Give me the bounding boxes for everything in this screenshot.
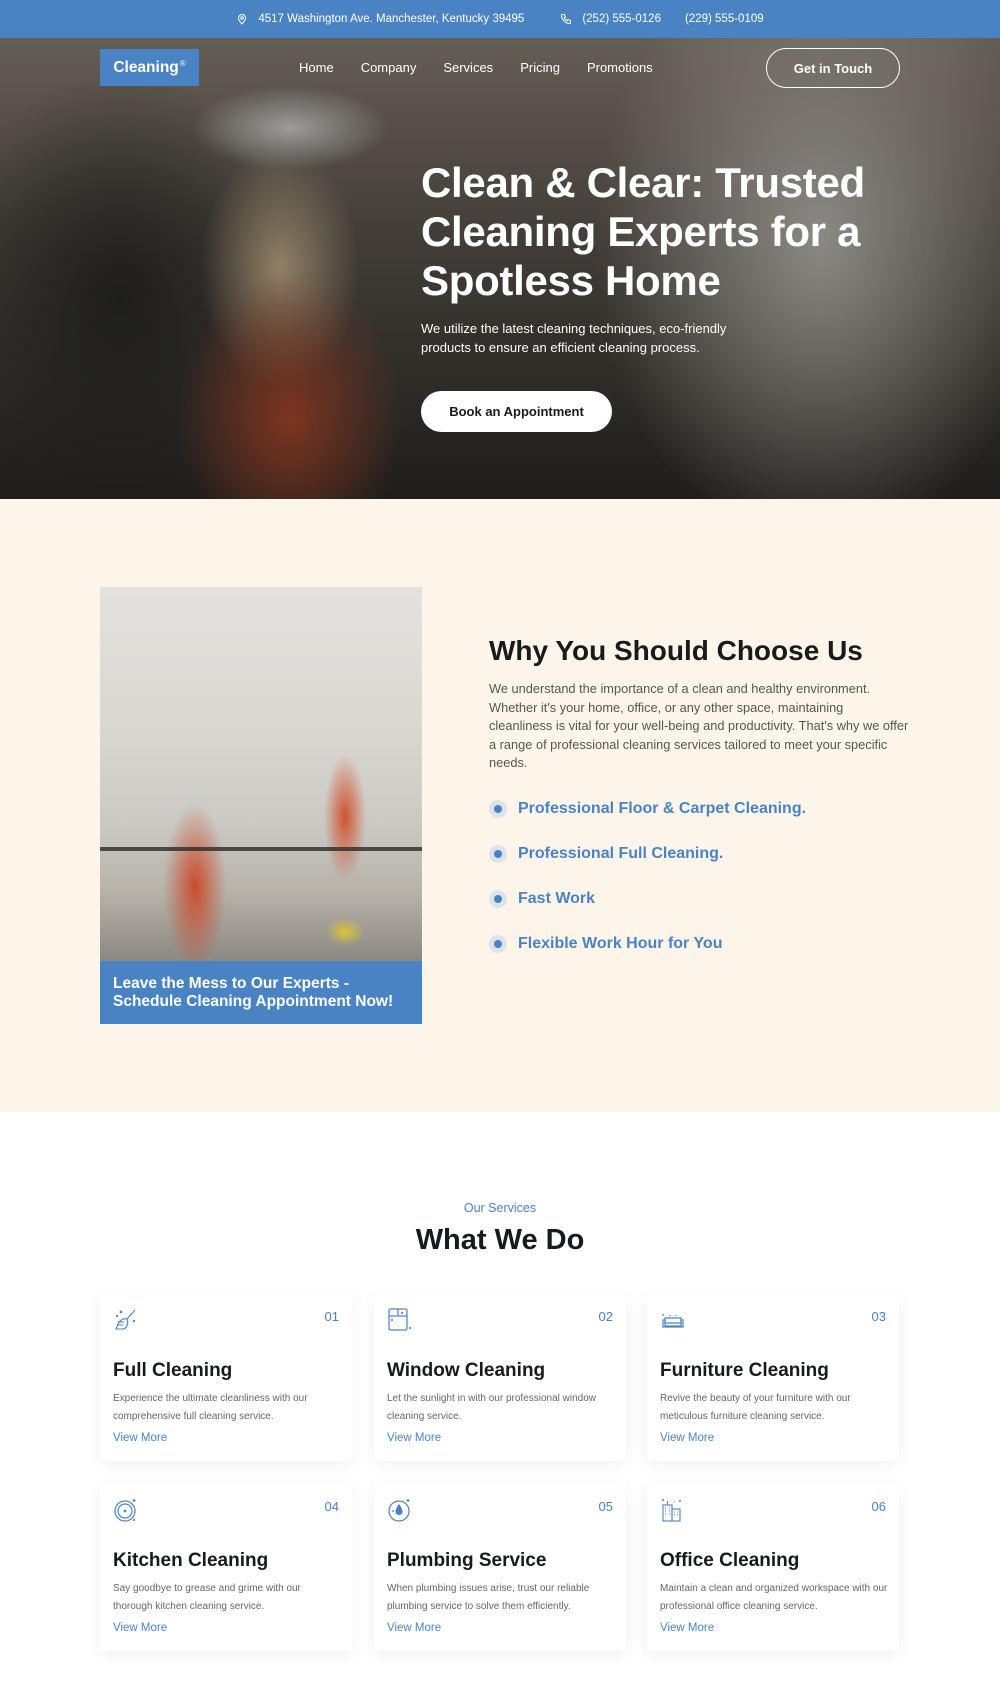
feature-item: Professional Floor & Carpet Cleaning. [489, 787, 909, 832]
feature-list: Professional Floor & Carpet Cleaning. Pr… [489, 787, 909, 967]
nav-item-pricing[interactable]: Pricing [520, 60, 560, 75]
logo-text: Cleaning [113, 58, 179, 76]
nav-item-promotions[interactable]: Promotions [587, 60, 653, 75]
service-number: 03 [871, 1309, 886, 1324]
phone-link-1[interactable]: (252) 555-0126 [582, 13, 661, 25]
service-description: Experience the ultimate cleanliness with… [113, 1393, 308, 1422]
service-card[interactable]: 03 Furniture Cleaning Revive the beauty … [647, 1294, 899, 1461]
services-title: What We Do [415, 1224, 585, 1256]
service-card[interactable]: 01 Full Cleaning Experience the ultimate… [100, 1294, 352, 1461]
map-pin-icon [238, 14, 247, 25]
nav-item-company[interactable]: Company [361, 60, 417, 75]
feature-item: Flexible Work Hour for You [489, 922, 909, 967]
address-text: 4517 Washington Ave. Manchester, Kentuck… [258, 13, 525, 25]
water-drop-icon [388, 1499, 410, 1522]
main-navigation: Cleaning ® Home Company Services Pricing … [0, 38, 1000, 98]
why-choose-us-section: Leave the Mess to Our Experts - Schedule… [0, 499, 1000, 1112]
phone-info: (252) 555-0126 (229) 555-0109 [560, 13, 764, 25]
view-more-link[interactable]: View More [113, 1622, 167, 1634]
service-title: Kitchen Cleaning [113, 1550, 269, 1571]
service-number: 04 [324, 1499, 339, 1514]
services-section: Our Services What We Do 01 Full Cleaning… [0, 1112, 1000, 1700]
service-title: Full Cleaning [113, 1360, 233, 1381]
bullet-dot-icon [489, 800, 507, 818]
registered-mark: ® [179, 59, 186, 68]
hero-subtitle: We utilize the latest cleaning technique… [421, 321, 727, 355]
book-appointment-button[interactable]: Book an Appointment [421, 391, 612, 432]
top-info-bar: 4517 Washington Ave. Manchester, Kentuck… [0, 0, 1000, 38]
get-in-touch-button[interactable]: Get in Touch [766, 48, 900, 88]
nav-item-services[interactable]: Services [443, 60, 493, 75]
service-description: When plumbing issues arise, trust our re… [387, 1583, 590, 1612]
service-card[interactable]: 04 Kitchen Cleaning Say goodbye to greas… [100, 1484, 352, 1651]
bullet-dot-icon [489, 935, 507, 953]
phone-link-2[interactable]: (229) 555-0109 [685, 13, 764, 25]
sofa-icon [662, 1314, 684, 1328]
service-description: Let the sunlight in with our professiona… [387, 1393, 597, 1422]
service-number: 02 [598, 1309, 613, 1324]
view-more-link[interactable]: View More [387, 1622, 441, 1634]
service-number: 01 [324, 1309, 339, 1324]
logo[interactable]: Cleaning ® [100, 49, 199, 86]
service-card[interactable]: 02 Window Cleaning Let the sunlight in w… [374, 1294, 626, 1461]
service-title: Office Cleaning [660, 1550, 800, 1571]
service-description: Revive the beauty of your furniture with… [660, 1393, 851, 1422]
feature-label: Professional Floor & Carpet Cleaning. [518, 800, 807, 817]
view-more-link[interactable]: View More [660, 1432, 714, 1444]
phone-icon [561, 14, 572, 25]
nav-menu: Home Company Services Pricing Promotions [299, 60, 680, 75]
cleaning-team-photo: Leave the Mess to Our Experts - Schedule… [100, 587, 422, 1024]
broom-sparkle-icon [115, 1309, 136, 1330]
bullet-dot-icon [489, 845, 507, 863]
service-title: Window Cleaning [387, 1360, 546, 1381]
service-number: 05 [598, 1499, 613, 1514]
hero-title: Clean & Clear: Trusted Cleaning Experts … [421, 159, 865, 304]
hero-content: Clean & Clear: Trusted Cleaning Experts … [421, 158, 921, 432]
service-number: 06 [871, 1499, 886, 1514]
address-info: 4517 Washington Ave. Manchester, Kentuck… [236, 13, 524, 25]
services-kicker: Our Services [463, 1201, 537, 1215]
why-paragraph: We understand the importance of a clean … [489, 681, 909, 770]
kitchen-counter-shape [100, 847, 422, 851]
why-text-block: Why You Should Choose Us We understand t… [489, 634, 909, 967]
service-title: Furniture Cleaning [660, 1360, 829, 1381]
image-caption: Leave the Mess to Our Experts - Schedule… [100, 961, 422, 1024]
service-card[interactable]: 06 Office Cleaning Maintain a clean and … [647, 1484, 899, 1651]
feature-item: Professional Full Cleaning. [489, 832, 909, 877]
nav-item-home[interactable]: Home [299, 60, 334, 75]
service-title: Plumbing Service [387, 1550, 547, 1571]
bullet-dot-icon [489, 890, 507, 908]
feature-item: Fast Work [489, 877, 909, 922]
why-title: Why You Should Choose Us [489, 635, 863, 666]
feature-label: Professional Full Cleaning. [518, 845, 724, 862]
view-more-link[interactable]: View More [660, 1622, 714, 1634]
view-more-link[interactable]: View More [387, 1432, 441, 1444]
window-icon [388, 1308, 411, 1331]
service-description: Say goodbye to grease and grime with our… [113, 1583, 301, 1612]
view-more-link[interactable]: View More [113, 1432, 167, 1444]
feature-label: Flexible Work Hour for You [518, 935, 723, 952]
service-card[interactable]: 05 Plumbing Service When plumbing issues… [374, 1484, 626, 1651]
service-description: Maintain a clean and organized workspace… [660, 1583, 888, 1612]
plate-icon [114, 1499, 136, 1522]
office-building-icon [662, 1499, 681, 1522]
feature-label: Fast Work [518, 890, 596, 907]
